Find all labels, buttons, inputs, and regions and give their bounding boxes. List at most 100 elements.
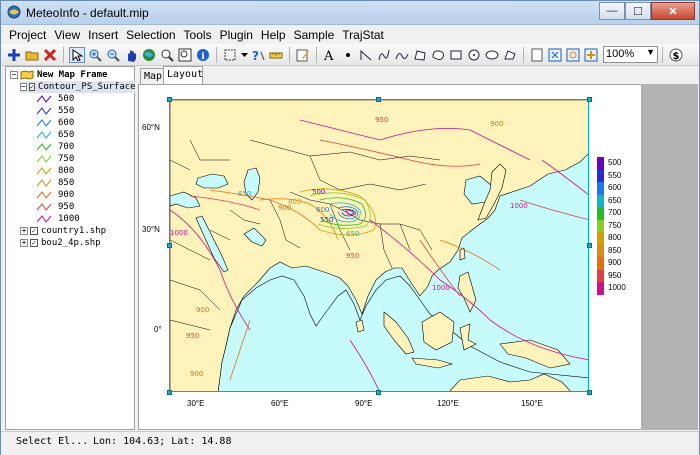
legend-level-item[interactable]: 950 (36, 201, 74, 213)
legend-level-label: 500 (58, 94, 75, 104)
edit-vertices-icon[interactable] (502, 47, 518, 63)
minimize-button[interactable]: — (599, 2, 625, 20)
color-bar-label: 1000 (608, 283, 626, 293)
status-bar: Select El... Lon: 104.63; Lat: 14.88 (1, 431, 699, 455)
resize-handle-s[interactable] (376, 390, 381, 395)
zoom-layer-icon[interactable] (159, 47, 175, 63)
map-svg: 950 900 650 500 600 800 900 550 650 950 … (170, 100, 588, 391)
menu-sample[interactable]: Sample (290, 28, 339, 42)
resize-handle-e[interactable] (587, 243, 592, 248)
freehand-icon[interactable] (376, 47, 392, 63)
status-tool: Select El... (16, 436, 89, 447)
map-frame[interactable]: 950 900 650 500 600 800 900 550 650 950 … (169, 99, 589, 392)
add-layer-icon[interactable] (6, 47, 22, 63)
resize-handle-nw[interactable] (167, 97, 172, 102)
select-icon[interactable] (69, 46, 85, 63)
legend-level-item[interactable]: 700 (36, 141, 74, 153)
menu-selection[interactable]: Selection (122, 28, 179, 42)
polyline-icon[interactable] (358, 47, 374, 63)
resize-handle-ne[interactable] (587, 97, 592, 102)
resize-handle-se[interactable] (587, 390, 592, 395)
menu-view[interactable]: View (50, 28, 84, 42)
page-pan-icon[interactable] (583, 47, 599, 63)
resize-handle-w[interactable] (167, 243, 172, 248)
layer-checkbox[interactable]: ✓ (30, 239, 38, 247)
contour-label: 650 (238, 190, 251, 198)
menu-trajstat[interactable]: TrajStat (338, 28, 388, 42)
legend-tree-panel: − New Map Frame − ✓ Contour_PS_Surface_ … (5, 66, 141, 430)
menu-tools[interactable]: Tools (180, 28, 216, 42)
dollar-icon[interactable]: $ (668, 47, 684, 63)
select-box-icon[interactable] (222, 47, 238, 63)
color-bar-segment (597, 244, 604, 258)
color-bar-label: 950 (608, 270, 622, 280)
contour-label: 900 (278, 204, 291, 212)
menu-help[interactable]: Help (257, 28, 290, 42)
tree-row-map-frame[interactable]: − New Map Frame (10, 69, 107, 81)
zoom-level-select[interactable]: 100% ▼ (603, 46, 658, 63)
tab-map[interactable]: Map (140, 68, 164, 84)
tree-row-contour-layer[interactable]: − ✓ Contour_PS_Surface_ (20, 81, 141, 93)
curve-icon[interactable] (394, 47, 410, 63)
legend-level-item[interactable]: 800 (36, 165, 74, 177)
view-tabs: Map Layout (138, 66, 698, 84)
zoom-out-icon[interactable] (105, 47, 121, 63)
page-setup-icon[interactable] (529, 47, 545, 63)
zoom-select-icon[interactable] (177, 47, 193, 63)
legend-level-item[interactable]: 500 (36, 93, 74, 105)
legend-level-item[interactable]: 1000 (36, 213, 80, 225)
edit-icon[interactable] (295, 47, 311, 63)
identify-icon[interactable]: i (195, 47, 211, 63)
tab-layout[interactable]: Layout (163, 66, 203, 84)
legend-level-item[interactable]: 850 (36, 177, 74, 189)
resize-handle-n[interactable] (376, 97, 381, 102)
dropdown-icon[interactable] (240, 47, 248, 63)
color-bar-label: 850 (608, 245, 622, 255)
layer-label: bou2_4p.shp (41, 238, 101, 248)
rectangle-icon[interactable] (448, 47, 464, 63)
page-fit-icon[interactable] (547, 47, 563, 63)
menu-insert[interactable]: Insert (84, 28, 122, 42)
menu-plugin[interactable]: Plugin (216, 28, 257, 42)
curve-polygon-icon[interactable] (430, 47, 446, 63)
open-icon[interactable] (24, 47, 40, 63)
polygon-icon[interactable] (412, 47, 428, 63)
legend-level-item[interactable]: 900 (36, 189, 74, 201)
ellipse-icon[interactable] (484, 47, 500, 63)
tree-row-country-layer[interactable]: + ✓ country1.shp (20, 225, 106, 237)
circle-icon[interactable] (466, 47, 482, 63)
tree-row-boundary-layer[interactable]: + ✓ bou2_4p.shp (20, 237, 101, 249)
contour-label: 500 (312, 188, 325, 196)
maximize-button[interactable]: ☐ (625, 2, 651, 20)
layer-checkbox[interactable]: ✓ (30, 227, 38, 235)
layer-checkbox[interactable]: ✓ (28, 83, 36, 91)
legend-level-item[interactable]: 650 (36, 129, 74, 141)
resize-handle-sw[interactable] (167, 390, 172, 395)
expand-icon[interactable]: + (20, 227, 28, 235)
close-button[interactable]: ✕ (651, 2, 695, 20)
zoom-in-icon[interactable] (87, 47, 103, 63)
pan-icon[interactable] (123, 47, 139, 63)
page-zoom-icon[interactable] (565, 47, 581, 63)
point-icon[interactable] (340, 47, 356, 63)
legend-level-item[interactable]: 750 (36, 153, 74, 165)
layer-label: country1.shp (41, 226, 107, 236)
help-icon[interactable]: ? (250, 47, 266, 63)
legend-level-item[interactable]: 550 (36, 105, 74, 117)
text-icon[interactable]: A (322, 47, 338, 63)
collapse-icon[interactable]: − (10, 71, 18, 79)
collapse-icon[interactable]: − (20, 83, 27, 91)
measure-icon[interactable] (268, 47, 284, 63)
legend-level-item[interactable]: 600 (36, 117, 74, 129)
full-extent-icon[interactable] (141, 47, 157, 63)
menu-project[interactable]: Project (5, 28, 50, 42)
layout-canvas[interactable]: 950 900 650 500 600 800 900 550 650 950 … (138, 84, 698, 430)
svg-text:$: $ (673, 51, 680, 62)
remove-layer-icon[interactable] (42, 47, 58, 63)
contour-line-swatch (36, 107, 52, 115)
layer-label: Contour_PS_Surface_ (38, 82, 141, 92)
window-title: MeteoInfo - default.mip (26, 6, 149, 20)
contour-line-swatch (36, 143, 52, 151)
contour-line-swatch (36, 119, 52, 127)
expand-icon[interactable]: + (20, 239, 28, 247)
